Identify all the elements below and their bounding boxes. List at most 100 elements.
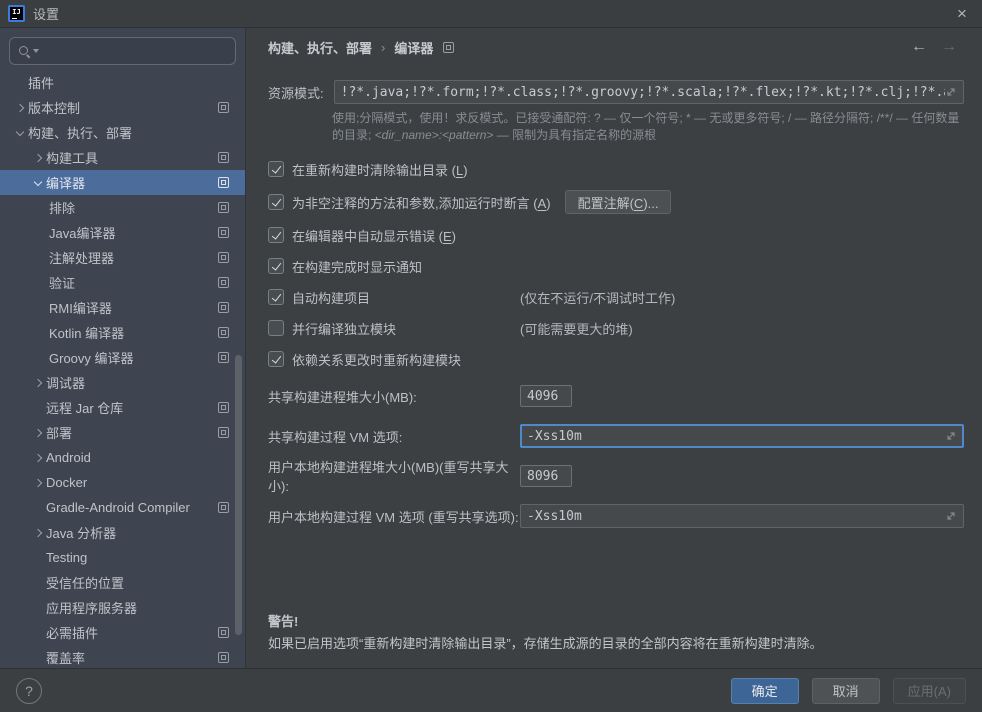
expand-icon[interactable] <box>945 430 957 442</box>
shared-heap-size-input[interactable] <box>520 385 572 407</box>
sidebar-item-build-tools[interactable]: 构建工具 <box>0 145 245 170</box>
sidebar-item-excludes[interactable]: 排除 <box>0 195 245 220</box>
sidebar-item-compiler[interactable]: 编译器 <box>0 170 245 195</box>
checkbox-label: 为非空注释的方法和参数,添加运行时断言 (A) <box>292 193 551 212</box>
rebuild-on-dependency-change-checkbox[interactable] <box>268 351 284 367</box>
sidebar-item-application-servers[interactable]: 应用程序服务器 <box>0 595 245 620</box>
cancel-button[interactable]: 取消 <box>812 678 880 704</box>
settings-dialog: IJ 设置 × 插件 版本控制 构建、执行、部署 构建工具 编译器 排除 Jav… <box>0 0 982 712</box>
breadcrumb: 构建、执行、部署 › 编译器 ← → <box>246 28 982 66</box>
chevron-down-icon <box>32 176 46 190</box>
warning-title: 警告! <box>268 611 964 630</box>
monitor-icon <box>218 352 229 363</box>
sidebar-item-java-compiler[interactable]: Java编译器 <box>0 220 245 245</box>
user-heap-size-label: 用户本地构建进程堆大小(MB)(重写共享大小): <box>268 457 520 495</box>
sidebar-item-debugger[interactable]: 调试器 <box>0 370 245 395</box>
settings-search-box[interactable] <box>9 37 236 65</box>
checkbox-note: (仅在不运行/不调试时工作) <box>520 288 675 307</box>
breadcrumb-section[interactable]: 构建、执行、部署 <box>268 38 372 57</box>
sidebar-item-testing[interactable]: Testing <box>0 545 245 570</box>
resource-patterns-help: 使用;分隔模式，使用！求反模式。已接受通配符: ? — 仅一个符号; * — 无… <box>332 110 964 144</box>
sidebar-item-docker[interactable]: Docker <box>0 470 245 495</box>
sidebar-item-remote-jar-repositories[interactable]: 远程 Jar 仓库 <box>0 395 245 420</box>
close-icon[interactable]: × <box>948 2 976 26</box>
monitor-icon <box>218 627 229 638</box>
clear-output-checkbox[interactable] <box>268 161 284 177</box>
chevron-down-icon <box>14 126 28 140</box>
dialog-footer: ? 确定 取消 应用(A) <box>0 668 982 712</box>
chevron-right-icon <box>32 526 46 540</box>
show-errors-checkbox[interactable] <box>268 227 284 243</box>
checkbox-label: 在重新构建时清除输出目录 (L) <box>292 160 468 179</box>
sidebar-item-deployment[interactable]: 部署 <box>0 420 245 445</box>
breadcrumb-page: 编译器 <box>394 38 433 57</box>
runtime-assertions-checkbox[interactable] <box>268 194 284 210</box>
build-notification-checkbox[interactable] <box>268 258 284 274</box>
user-heap-size-input[interactable] <box>520 465 572 487</box>
shared-vm-options-field[interactable]: -Xss10m <box>520 424 964 448</box>
expand-icon[interactable] <box>945 86 957 98</box>
checkbox-label: 在构建完成时显示通知 <box>292 257 422 276</box>
user-vm-options-field[interactable]: -Xss10m <box>520 504 964 528</box>
expand-icon[interactable] <box>945 510 957 522</box>
ok-button[interactable]: 确定 <box>731 678 799 704</box>
checkbox-row-build-notification: 在构建完成时显示通知 <box>268 256 964 276</box>
checkbox-label: 并行编译独立模块 <box>292 319 396 338</box>
sidebar-item-annotation-processors[interactable]: 注解处理器 <box>0 245 245 270</box>
monitor-icon <box>443 42 454 53</box>
search-input[interactable] <box>44 44 227 59</box>
monitor-icon <box>218 152 229 163</box>
sidebar-item-android[interactable]: Android <box>0 445 245 470</box>
sidebar-item-trusted-locations[interactable]: 受信任的位置 <box>0 570 245 595</box>
monitor-icon <box>218 302 229 313</box>
sidebar-item-build-execution-deployment[interactable]: 构建、执行、部署 <box>0 120 245 145</box>
monitor-icon <box>218 652 229 663</box>
monitor-icon <box>218 277 229 288</box>
sidebar-item-groovy-compiler[interactable]: Groovy 编译器 <box>0 345 245 370</box>
compile-parallel-checkbox[interactable] <box>268 320 284 336</box>
monitor-icon <box>218 427 229 438</box>
settings-tree: 插件 版本控制 构建、执行、部署 构建工具 编译器 排除 Java编译器 注解处… <box>0 70 245 668</box>
checkbox-row-compile-parallel: 并行编译独立模块 (可能需要更大的堆) <box>268 318 964 338</box>
settings-sidebar: 插件 版本控制 构建、执行、部署 构建工具 编译器 排除 Java编译器 注解处… <box>0 28 245 668</box>
settings-content: 构建、执行、部署 › 编译器 ← → 资源模式: !?*.java;!?*.fo… <box>245 28 982 668</box>
monitor-icon <box>218 252 229 263</box>
warning-text: 如果已启用选项“重新构建时清除输出目录”，存储生成源的目录的全部内容将在重新构建… <box>268 633 964 652</box>
sidebar-item-java-profiler[interactable]: Java 分析器 <box>0 520 245 545</box>
sidebar-scrollbar[interactable] <box>235 355 242 635</box>
checkbox-note: (可能需要更大的堆) <box>520 319 633 338</box>
user-vm-options-row: 用户本地构建过程 VM 选项 (重写共享选项): -Xss10m <box>268 503 964 529</box>
help-button[interactable]: ? <box>16 678 42 704</box>
build-automatically-checkbox[interactable] <box>268 289 284 305</box>
monitor-icon <box>218 227 229 238</box>
sidebar-item-coverage[interactable]: 覆盖率 <box>0 645 245 668</box>
monitor-icon <box>218 502 229 513</box>
checkbox-label: 在编辑器中自动显示错误 (E) <box>292 226 456 245</box>
monitor-icon <box>218 202 229 213</box>
checkbox-label: 自动构建项目 <box>292 288 370 307</box>
sidebar-item-validation[interactable]: 验证 <box>0 270 245 295</box>
breadcrumb-separator: › <box>381 40 385 55</box>
sidebar-item-rmi-compiler[interactable]: RMI编译器 <box>0 295 245 320</box>
sidebar-item-required-plugins[interactable]: 必需插件 <box>0 620 245 645</box>
checkbox-row-clear-output: 在重新构建时清除输出目录 (L) <box>268 159 964 179</box>
resource-patterns-label: 资源模式: <box>268 83 324 102</box>
sidebar-item-plugins[interactable]: 插件 <box>0 70 245 95</box>
compiler-settings-form: 资源模式: !?*.java;!?*.form;!?*.class;!?*.gr… <box>246 66 982 668</box>
forward-button[interactable]: → <box>934 38 964 56</box>
intellij-logo-icon: IJ <box>8 5 25 22</box>
chevron-right-icon <box>32 376 46 390</box>
back-button[interactable]: ← <box>904 38 934 56</box>
chevron-right-icon <box>32 151 46 165</box>
shared-heap-size-row: 共享构建进程堆大小(MB): <box>268 383 964 409</box>
search-icon <box>18 45 31 58</box>
monitor-icon <box>218 102 229 113</box>
apply-button: 应用(A) <box>893 678 966 704</box>
sidebar-item-version-control[interactable]: 版本控制 <box>0 95 245 120</box>
resource-patterns-field[interactable]: !?*.java;!?*.form;!?*.class;!?*.groovy;!… <box>334 80 964 104</box>
monitor-icon <box>218 402 229 413</box>
user-vm-options-label: 用户本地构建过程 VM 选项 (重写共享选项): <box>268 507 520 526</box>
sidebar-item-kotlin-compiler[interactable]: Kotlin 编译器 <box>0 320 245 345</box>
sidebar-item-gradle-android-compiler[interactable]: Gradle-Android Compiler <box>0 495 245 520</box>
configure-annotations-button[interactable]: 配置注解(C)... <box>565 190 672 214</box>
